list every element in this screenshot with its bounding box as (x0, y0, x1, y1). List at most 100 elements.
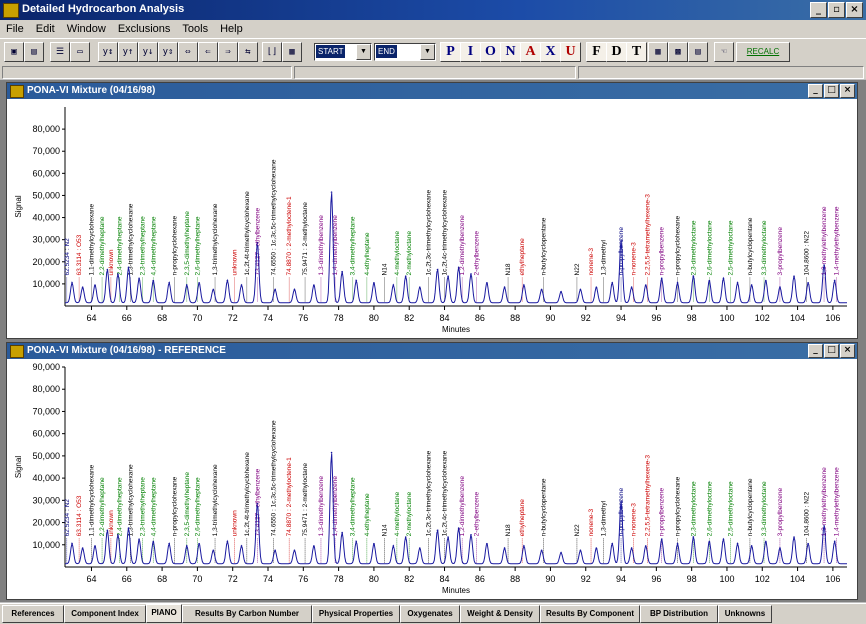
report-icon[interactable]: ▤ (688, 42, 708, 62)
x-scale-icon-4[interactable]: ⇆ (238, 42, 258, 62)
peak-point (692, 275, 695, 277)
x-scale-icon-3[interactable]: ⇒ (218, 42, 238, 62)
window-title-bar[interactable]: PONA-VI Mixture (04/16/98) _ □ × (7, 83, 857, 99)
peak-label: unknown (108, 510, 115, 536)
tab-references[interactable]: References (2, 605, 64, 623)
menu-exclusions[interactable]: Exclusions (112, 23, 177, 35)
chromatogram-window[interactable]: PONA-VI Mixture (04/16/98) _ □ × 10,000 2… (6, 82, 858, 339)
peak-label: 75.9471 : 2-methyloctane (302, 463, 309, 537)
x-tick-label: 106 (825, 313, 840, 323)
filter-button-u[interactable]: U (560, 42, 581, 62)
x-tick-label: 76 (298, 574, 308, 584)
print-icon[interactable]: ▦ (282, 42, 302, 62)
menu-tools[interactable]: Tools (176, 23, 214, 35)
peak-label: ethylheptane (519, 238, 526, 276)
x-tick-label: 86 (475, 313, 485, 323)
reference-window[interactable]: PONA-VI Mixture (04/16/98) - REFERENCE _… (6, 342, 858, 600)
chart-icon[interactable]: ⌊⌋ (262, 42, 282, 62)
start-select[interactable]: START ▼ (314, 43, 372, 61)
peak-point (447, 536, 449, 538)
reference-chromatogram-chart[interactable]: 10,000 20,000 30,000 40,000 50,000 60,000 70,0… (7, 359, 855, 597)
filter-button-f[interactable]: F (586, 42, 607, 62)
peak-point (419, 547, 421, 549)
peak-point (611, 281, 614, 284)
close-button[interactable]: × (846, 2, 863, 18)
chromatogram-chart[interactable]: 10,000 20,000 30,000 40,000 50,000 60,000 70,0… (7, 99, 855, 336)
app-title-bar[interactable]: Detailed Hydrocarbon Analysis _ ▫ × (0, 0, 866, 20)
x-tick-label: 66 (122, 313, 132, 323)
table-icon[interactable]: ▦ (648, 42, 668, 62)
x-tick-label: 64 (86, 313, 96, 323)
peak-label: 75.9471 : 2-methyloctane (302, 202, 309, 276)
peak-label: 74.8870 : 2-methyloctene-1 (286, 457, 293, 537)
menu-edit[interactable]: Edit (30, 23, 61, 35)
peak-label: N14 (382, 263, 389, 275)
minimize-button[interactable]: _ (810, 2, 827, 18)
filter-button-t[interactable]: T (626, 42, 647, 62)
window-title: PONA-VI Mixture (04/16/98) (27, 85, 156, 96)
peak-label: 3-propylbenzene (777, 227, 784, 276)
x-tick-label: 74 (263, 313, 273, 323)
filter-button-d[interactable]: D (606, 42, 627, 62)
tab-results-by-component[interactable]: Results By Component (540, 605, 640, 623)
peak-point (779, 547, 781, 549)
peak-label: 2,3-trimethylheptane (140, 216, 147, 276)
tab-unknowns[interactable]: Unknowns (718, 605, 772, 623)
x-scale-icon-1[interactable]: ⇔ (178, 42, 198, 62)
peak-label: 1c,2t,4t-trimethylcyclohexane (244, 452, 251, 537)
peak-label: 4-ethylheptane (364, 232, 371, 275)
menu-window[interactable]: Window (61, 23, 112, 35)
x-tick-label: 78 (334, 313, 344, 323)
save-icon[interactable]: ▣ (4, 42, 24, 62)
end-select[interactable]: END ▼ (374, 43, 436, 61)
x-tick-label: 88 (510, 574, 520, 584)
filter-button-x[interactable]: X (540, 42, 561, 62)
y-scale-icon-4[interactable]: y⇕ (158, 42, 178, 62)
tab-results-by-carbon-number[interactable]: Results By Carbon Number (182, 605, 312, 623)
peak-point (560, 290, 562, 293)
x-tick-label: 82 (404, 574, 414, 584)
filter-button-p[interactable]: P (440, 42, 461, 62)
x-tick-label: 98 (687, 574, 697, 584)
close-button[interactable]: × (840, 84, 855, 98)
tab-bp-distribution[interactable]: BP Distribution (640, 605, 718, 623)
restore-button[interactable]: ▫ (828, 2, 845, 18)
maximize-button[interactable]: □ (824, 344, 839, 358)
filter-button-i[interactable]: I (460, 42, 481, 62)
split-view-icon[interactable]: ☰ (50, 42, 70, 62)
tab-component-index[interactable]: Component Index (64, 605, 146, 623)
x-tick-label: 78 (334, 574, 344, 584)
y-tick-label: 90,000 (32, 362, 60, 372)
minimize-button[interactable]: _ (808, 344, 823, 358)
filter-button-n[interactable]: N (500, 42, 521, 62)
close-button[interactable]: × (840, 344, 855, 358)
filter-button-a[interactable]: A (520, 42, 541, 62)
y-tick-label: 60,000 (32, 429, 60, 439)
x-tick-label: 76 (298, 313, 308, 323)
y-scale-icon-2[interactable]: y↑ (118, 42, 138, 62)
maximize-button[interactable]: □ (824, 84, 839, 98)
y-scale-icon-1[interactable]: y↕ (98, 42, 118, 62)
start-select-value: START (316, 45, 346, 58)
peak-point (750, 284, 753, 286)
window-title-bar[interactable]: PONA-VI Mixture (04/16/98) - REFERENCE _… (7, 343, 857, 359)
peak-label: unknown (231, 510, 238, 536)
menu-help[interactable]: Help (214, 23, 249, 35)
peak-point (71, 281, 73, 284)
menu-file[interactable]: File (0, 23, 30, 35)
single-view-icon[interactable]: ▭ (70, 42, 90, 62)
y-scale-icon-3[interactable]: y↓ (138, 42, 158, 62)
grid-icon[interactable]: ▩ (668, 42, 688, 62)
open-folder-icon[interactable]: ▤ (24, 42, 44, 62)
tab-weight-density[interactable]: Weight & Density (460, 605, 540, 623)
minimize-button[interactable]: _ (808, 84, 823, 98)
tab-oxygenates[interactable]: Oxygenates (400, 605, 460, 623)
peak-point (595, 547, 598, 549)
hand-icon[interactable]: ☜ (714, 42, 734, 62)
x-scale-icon-2[interactable]: ⇐ (198, 42, 218, 62)
tab-physical-properties[interactable]: Physical Properties (312, 605, 400, 623)
peak-point (419, 286, 421, 289)
recalc-button[interactable]: RECALC (736, 42, 790, 62)
filter-button-o[interactable]: O (480, 42, 501, 62)
tab-piano[interactable]: PIANO (146, 604, 182, 623)
